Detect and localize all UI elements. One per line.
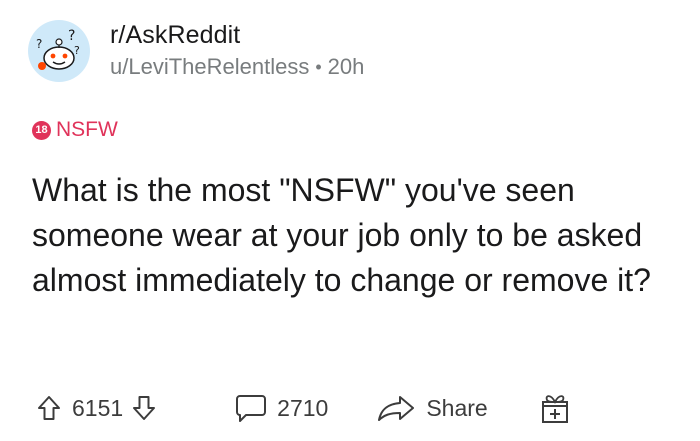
vote-group: 6151 — [36, 394, 157, 422]
downvote-button[interactable] — [131, 394, 157, 422]
nsfw-tag: 18 NSFW — [32, 118, 118, 142]
post-action-bar: 6151 2710 Share — [36, 388, 656, 428]
award-button[interactable] — [540, 391, 570, 425]
subreddit-avatar[interactable]: ? ? ? — [28, 20, 90, 82]
svg-text:?: ? — [74, 44, 80, 57]
svg-text:?: ? — [36, 37, 42, 51]
comment-count: 2710 — [277, 394, 329, 421]
share-button[interactable]: Share — [376, 393, 488, 423]
nsfw-label: NSFW — [56, 118, 118, 141]
upvote-button[interactable] — [36, 394, 62, 422]
subreddit-name[interactable]: r/AskReddit — [110, 20, 364, 50]
vote-count: 6151 — [72, 394, 124, 421]
svg-text:?: ? — [68, 28, 75, 44]
comments-button[interactable]: 2710 — [235, 393, 328, 423]
snoo-avatar-icon: ? ? ? — [36, 28, 80, 70]
reddit-post: ? ? ? r/AskReddit u/LeviTheRelentless • … — [0, 0, 700, 441]
comment-bubble-icon — [236, 395, 267, 422]
arrow-up-icon — [38, 396, 60, 420]
author-name[interactable]: u/LeviTheRelentless — [110, 52, 309, 82]
gift-award-icon — [541, 395, 568, 423]
share-arrow-icon — [378, 396, 415, 421]
post-meta: r/AskReddit u/LeviTheRelentless • 20h — [110, 20, 364, 82]
post-byline: u/LeviTheRelentless • 20h — [110, 52, 364, 82]
post-title[interactable]: What is the most "NSFW" you've seen some… — [32, 168, 672, 303]
nsfw-18-icon: 18 — [32, 120, 51, 140]
share-label: Share — [426, 394, 488, 421]
arrow-down-icon — [133, 396, 156, 420]
post-time: 20h — [327, 54, 365, 79]
byline-separator: • — [315, 57, 322, 77]
post-header: ? ? ? r/AskReddit u/LeviTheRelentless • … — [28, 20, 364, 82]
